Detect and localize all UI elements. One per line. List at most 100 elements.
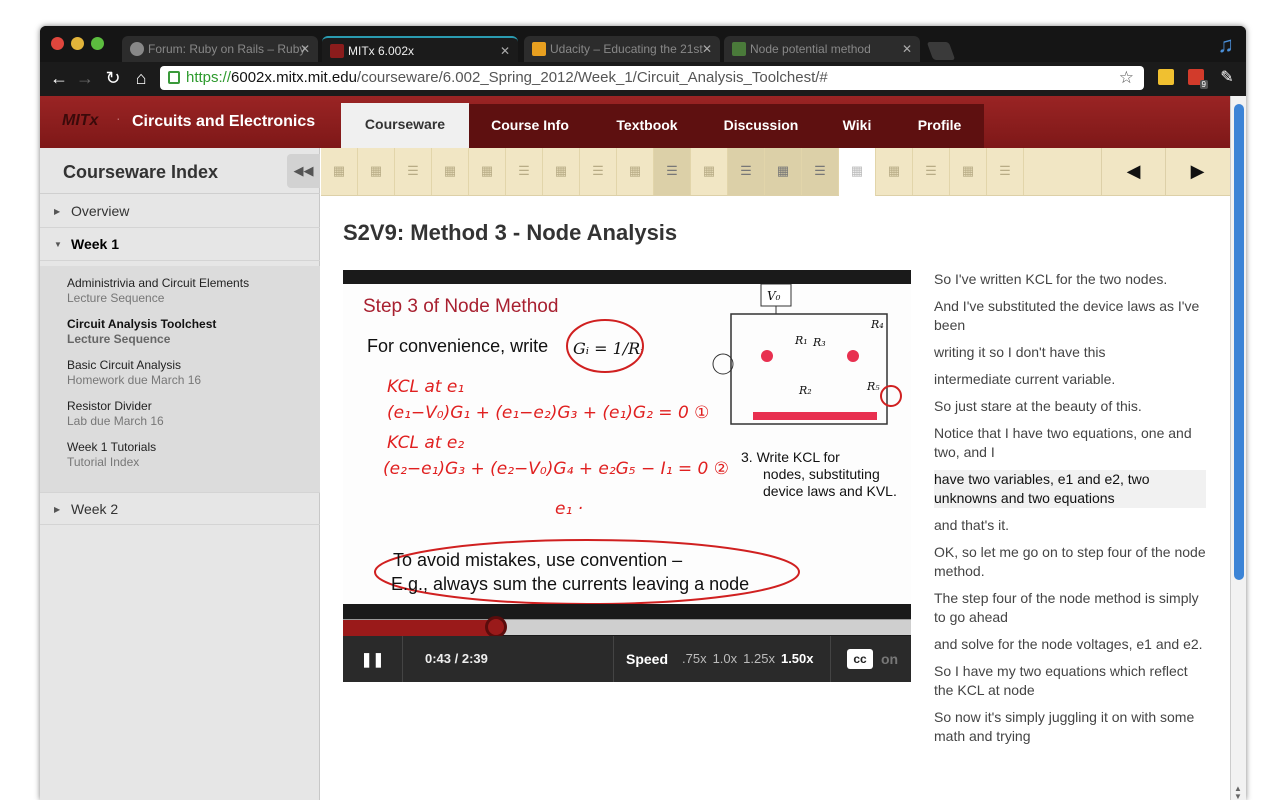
sequence-item-list-icon[interactable]: ☰ — [580, 148, 617, 195]
gmail-extension-icon[interactable]: 9 — [1188, 69, 1208, 89]
tab-close-icon[interactable]: ✕ — [702, 36, 712, 62]
tab-close-icon[interactable]: ✕ — [300, 36, 310, 62]
transcript-line[interactable]: and solve for the node voltages, e1 and … — [934, 635, 1206, 654]
transcript-panel: So I've written KCL for the two nodes. A… — [934, 270, 1206, 754]
sequence-item-list-icon[interactable]: ☰ — [728, 148, 765, 195]
captions-button[interactable]: cc — [847, 649, 873, 669]
slide-drawing: Step 3 of Node Method For convenience, w… — [363, 284, 902, 604]
previous-arrow-icon[interactable]: ◀ — [1101, 148, 1165, 195]
sequence-item-list-icon[interactable]: ☰ — [506, 148, 543, 195]
page-scrollbar[interactable]: ▲ ▼ — [1230, 96, 1246, 800]
pause-button[interactable]: ❚❚ — [343, 636, 403, 682]
forward-arrow-icon[interactable]: → — [74, 67, 96, 89]
sequence-item-video-icon[interactable]: ▦ — [469, 148, 506, 195]
sidebar-header: Courseware Index ◀◀ — [40, 148, 320, 194]
video-scrubber-handle[interactable] — [485, 616, 508, 638]
scroll-down-icon[interactable]: ▼ — [1234, 792, 1242, 800]
chapter-overview[interactable]: ▶ Overview — [40, 195, 320, 228]
tab-profile[interactable]: Profile — [895, 104, 984, 148]
captions-state[interactable]: on — [881, 651, 898, 667]
sequence-item-list-icon[interactable]: ☰ — [395, 148, 432, 195]
slide-step-3-line-1: 3. Write KCL for — [741, 449, 840, 465]
chevron-right-icon: ▶ — [54, 505, 61, 514]
reload-icon[interactable]: ↻ — [102, 67, 124, 89]
tab-close-icon[interactable]: ✕ — [500, 38, 510, 62]
section-title: Week 1 Tutorials — [67, 440, 157, 454]
transcript-line-current[interactable]: have two variables, e1 and e2, two unkno… — [934, 470, 1206, 508]
section-item[interactable]: Basic Circuit Analysis Homework due Marc… — [67, 358, 201, 388]
section-item[interactable]: Week 1 Tutorials Tutorial Index — [67, 440, 156, 470]
new-tab-button[interactable] — [926, 42, 956, 60]
sequence-item-video-icon[interactable]: ▦ — [617, 148, 654, 195]
minimize-window-button[interactable] — [71, 37, 84, 50]
transcript-line[interactable]: and that's it. — [934, 516, 1206, 535]
sequence-item-video-icon[interactable]: ▦ — [321, 148, 358, 195]
tab-discussion[interactable]: Discussion — [703, 104, 819, 148]
transcript-line[interactable]: The step four of the node method is simp… — [934, 589, 1206, 627]
sequence-item-list-icon[interactable]: ☰ — [654, 148, 691, 195]
sequence-item-video-icon[interactable]: ▦ — [876, 148, 913, 195]
video-player[interactable]: Step 3 of Node Method For convenience, w… — [343, 270, 911, 682]
section-item-active[interactable]: Circuit Analysis Toolchest Lecture Seque… — [67, 317, 216, 347]
sequence-item-list-icon[interactable]: ☰ — [913, 148, 950, 195]
sequence-item-video-icon[interactable]: ▦ — [765, 148, 802, 195]
gmail-unread-badge: 9 — [1199, 80, 1208, 89]
close-window-button[interactable] — [51, 37, 64, 50]
slide-step-3-line-2: nodes, substituting — [763, 466, 880, 482]
browser-tab[interactable]: Node potential method ✕ — [724, 36, 920, 62]
transcript-line[interactable]: So now it's simply juggling it on with s… — [934, 708, 1206, 746]
section-item[interactable]: Administrivia and Circuit Elements Lectu… — [67, 276, 249, 306]
address-bar[interactable]: https://6002x.mitx.mit.edu/courseware/6.… — [160, 66, 1144, 90]
sequence-item-video-icon[interactable]: ▦ — [432, 148, 469, 195]
video-title: S2V9: Method 3 - Node Analysis — [343, 220, 678, 245]
speed-option[interactable]: .75x — [682, 651, 707, 666]
tab-wiki[interactable]: Wiki — [819, 104, 895, 148]
tab-close-icon[interactable]: ✕ — [902, 36, 912, 62]
music-note-icon: ♫ — [1217, 32, 1235, 57]
home-icon[interactable]: ⌂ — [130, 67, 152, 89]
bookmark-star-icon[interactable]: ☆ — [1119, 66, 1134, 90]
transcript-line[interactable]: And I've substituted the device laws as … — [934, 297, 1206, 335]
tab-textbook[interactable]: Textbook — [591, 104, 703, 148]
browser-tab[interactable]: Udacity – Educating the 21st ✕ — [524, 36, 720, 62]
speed-option[interactable]: 1.25x — [743, 651, 775, 666]
url-scheme: https:// — [186, 69, 232, 86]
course-title: Circuits and Electronics — [132, 113, 316, 130]
tab-courseware[interactable]: Courseware — [341, 103, 469, 148]
sequence-item-list-icon[interactable]: ☰ — [802, 148, 839, 195]
notes-extension-icon[interactable] — [1158, 69, 1174, 85]
transcript-line[interactable]: So just stare at the beauty of this. — [934, 397, 1206, 416]
zoom-window-button[interactable] — [91, 37, 104, 50]
scrollbar-thumb[interactable] — [1234, 104, 1244, 580]
slide-line-1: For convenience, write — [367, 336, 548, 356]
browser-tab-active[interactable]: MITx 6.002x ✕ — [322, 36, 518, 62]
hand-line-2: (e₁−V₀)G₁ + (e₁−e₂)G₃ + (e₁)G₂ = 0 ① — [387, 403, 709, 423]
speed-option-selected[interactable]: 1.50x — [781, 651, 814, 666]
section-item[interactable]: Resistor Divider Lab due March 16 — [67, 399, 164, 429]
next-arrow-icon[interactable]: ▶ — [1165, 148, 1229, 195]
transcript-line[interactable]: So I have my two equations which reflect… — [934, 662, 1206, 700]
mitx-logo[interactable]: MITx — [62, 112, 98, 130]
transcript-line[interactable]: Notice that I have two equations, one an… — [934, 424, 1206, 462]
chapter-week-1[interactable]: ▼ Week 1 — [40, 228, 320, 261]
hand-line-1: KCL at e₁ — [387, 377, 464, 397]
transcript-line[interactable]: intermediate current variable. — [934, 370, 1206, 389]
browser-tab[interactable]: Forum: Ruby on Rails – Ruby ✕ — [122, 36, 318, 62]
sequence-item-video-icon[interactable]: ▦ — [358, 148, 395, 195]
collapse-sidebar-button[interactable]: ◀◀ — [287, 154, 320, 188]
sequence-item-video-icon[interactable]: ▦ — [543, 148, 580, 195]
chapter-week-2[interactable]: ▶ Week 2 — [40, 492, 320, 525]
transcript-line[interactable]: So I've written KCL for the two nodes. — [934, 270, 1206, 289]
speed-option[interactable]: 1.0x — [713, 651, 738, 666]
transcript-line[interactable]: writing it so I don't have this — [934, 343, 1206, 362]
udacity-favicon-icon — [532, 42, 546, 56]
tab-course-info[interactable]: Course Info — [469, 104, 591, 148]
video-progress-bar[interactable] — [343, 616, 911, 638]
sequence-item-current-video-icon[interactable]: ▦ — [839, 148, 876, 196]
transcript-line[interactable]: OK, so let me go on to step four of the … — [934, 543, 1206, 581]
sequence-item-video-icon[interactable]: ▦ — [950, 148, 987, 195]
sequence-item-list-icon[interactable]: ☰ — [987, 148, 1024, 195]
sequence-item-video-icon[interactable]: ▦ — [691, 148, 728, 195]
back-arrow-icon[interactable]: ← — [48, 67, 70, 89]
wrench-icon[interactable]: ✎ — [1216, 67, 1238, 89]
